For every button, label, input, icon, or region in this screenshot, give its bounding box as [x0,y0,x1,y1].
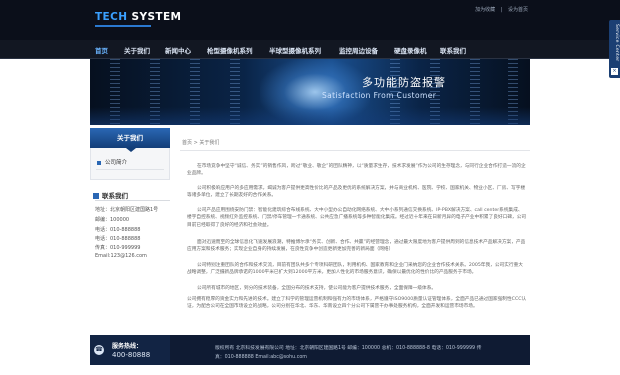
site-logo[interactable]: TECH SYSTEM [95,11,181,23]
content-paragraph: 公司产品应用围绕安防门禁：智能化建筑综合布线系统、大中小型办公自动化网络系统、大… [187,208,527,228]
footer-info-line: 版权所有 北京科技发展有限公司 地址：北京朝阳区建国路1号 邮编：100000 … [215,346,482,351]
nav-peripherals[interactable]: 监控周边设备 [339,45,378,55]
contact-email[interactable]: Email:123@126.com [95,253,147,259]
sidebar-pointer-icon [126,148,136,152]
sidebar-item-company-profile[interactable]: 公司简介 [96,157,164,170]
nav-contact[interactable]: 联系我们 [440,45,466,55]
contact-phone: 电话：010-888888 [95,227,141,233]
hero-banner: 多功能防盗报警 Satisfaction From Customer [90,59,530,125]
contact-title: 联系我们 [93,190,128,200]
banner-title: 多功能防盗报警 [362,76,446,89]
top-header: TECH SYSTEM 加为收藏 | 设为首页 [0,0,620,40]
content-paragraph: 面对迅速而至的全球信息化飞速发展浪潮，特推博尔承“务实、创新、合作、共赢”的经营… [187,240,526,253]
banner-floor-reflection [90,107,530,125]
content-paragraph: 公司特别注重团队的合作和技术交流，目前有团队共多个专项科研团队，利用机构、国家教… [187,263,523,276]
divider [95,200,170,201]
banner-subtitle: Satisfaction From Customer [322,91,437,100]
top-links-divider: | [500,7,503,13]
nav-gun-camera[interactable]: 枪型摄像机系列 [207,45,253,55]
hotline-number: 400-80888 [112,351,151,359]
nav-about[interactable]: 关于我们 [124,45,150,55]
bullet-icon [97,161,101,165]
logo-part2: SYSTEM [127,11,182,23]
content-paragraph: 公司所有城市的地区，到分的技术装备，全国分布的技术支持，使公司能为客户提供技术服… [197,286,437,291]
breadcrumb[interactable]: 首页 > 关于我们 [182,139,219,146]
divider [180,150,530,151]
hotline-box: ☎ 服务热线： 400-80888 [90,335,170,365]
contact-postcode: 邮编：100000 [95,217,130,223]
nav-home[interactable]: 首页 [95,45,108,55]
phone-icon: ☎ [94,345,104,355]
contact-address: 地址：北京朝阳区建国路1号 [95,207,159,213]
sidebar-item-label: 公司简介 [105,160,128,166]
content-paragraph: 在市场竞争中坚守“诚信、务实”的销售作风，跨过“敬业、敬企”的团队精神，以“质量… [187,164,526,177]
content-paragraph: 公司积极响应用户的多应用需求，竭诚为客户提供更高性价比的产品及更优的系统解决方案… [187,186,526,199]
nav-news[interactable]: 新闻中心 [165,45,191,55]
square-bullet-icon [93,193,99,199]
nav-dvr[interactable]: 硬盘录像机 [394,45,427,55]
service-center-tab[interactable]: Service Center × [609,20,620,78]
top-links: 加为收藏 | 设为首页 [473,6,530,13]
main-nav: 首页 关于我们 新闻中心 枪型摄像机系列 半球型摄像机系列 监控周边设备 硬盘录… [0,40,620,59]
logo-part1: TECH [95,11,128,23]
contact-title-text: 联系我们 [102,192,128,200]
set-homepage-link[interactable]: 设为首页 [508,7,528,13]
close-icon[interactable]: × [611,68,618,75]
contact-fax: 传真：010-999999 [95,245,141,251]
add-favorite-link[interactable]: 加为收藏 [475,7,495,13]
logo-underline [95,25,151,27]
sidebar-menu: 公司简介 [90,148,170,180]
service-center-label: Service Center [614,24,619,62]
site-footer: ☎ 服务热线： 400-80888 版权所有 北京科技发展有限公司 地址：北京朝… [90,335,530,365]
nav-dome-camera[interactable]: 半球型摄像机系列 [269,45,321,55]
sidebar-title: 关于我们 [90,128,170,148]
hotline-label: 服务热线： [112,343,143,350]
contact-phone: 电话：010-888888 [95,236,141,242]
footer-info-line: 真：010-888888 Email:abc@sohu.com [215,355,307,360]
content-paragraph: 公司拥有稳厚的资金实力和先进的技术。建立了科学的管理运营机制和强有力的市场体系，… [187,297,527,310]
